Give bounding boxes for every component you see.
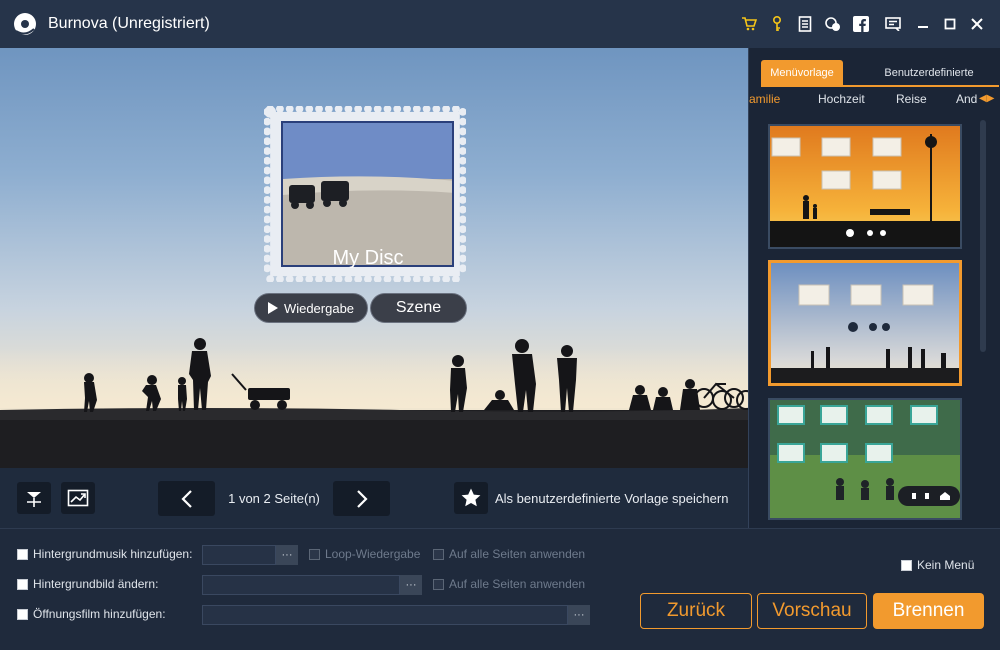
play-icon [267,302,278,314]
page-indicator: 1 von 2 Seite(n) [228,491,320,506]
tab-custom[interactable]: Benutzerdefinierte [859,60,999,86]
bg-music-checkbox[interactable] [17,549,28,560]
menu-preview: My Disc Wiedergabe Szene [0,48,748,468]
back-button[interactable]: Zurück [640,593,752,629]
picture-edit-icon [67,489,89,507]
template-thumbnail-sunset[interactable] [768,124,962,249]
burnova-logo-icon [14,13,36,35]
no-menu-checkbox[interactable] [901,560,912,571]
category-scroll-arrows-icon[interactable]: ◀▶ [979,93,994,104]
tab-underline [761,85,999,87]
bg-image-browse-button[interactable]: ··· [400,575,422,595]
template-thumbnail-park[interactable] [768,398,962,520]
bg-music-label: Hintergrundmusik hinzufügen: [33,547,193,561]
apply-all-image-checkbox[interactable] [433,579,444,590]
opening-film-label: Öffnungsfilm hinzufügen: [33,607,166,621]
play-button[interactable]: Wiedergabe [254,293,368,323]
play-button-label: Wiedergabe [283,300,355,316]
window-title: Burnova (Unregistriert) [48,15,210,32]
scene-button[interactable]: Szene [370,293,467,323]
trim-tool-button[interactable] [17,482,51,514]
scene-button-label: Szene [395,299,442,316]
apply-all-image-label: Auf alle Seiten anwenden [449,577,586,591]
apply-all-music-checkbox[interactable] [433,549,444,560]
save-template-label[interactable]: Als benutzerdefinierte Vorlage speichern [495,491,728,506]
preview-button[interactable]: Vorschau [757,593,867,629]
chevron-right-icon [356,489,368,508]
loop-label: Loop-Wiedergabe [325,547,421,561]
no-menu-label: Kein Menü [917,558,975,572]
support-icon[interactable] [824,15,842,33]
bg-image-label: Hintergrundbild ändern: [33,577,159,591]
replace-image-button[interactable] [61,482,95,514]
apply-all-music-label: Auf alle Seiten anwenden [449,547,586,561]
feedback-icon[interactable] [884,15,902,33]
category-wedding[interactable]: Hochzeit [818,92,865,106]
opening-film-browse-button[interactable]: ··· [568,605,590,625]
bg-image-path-input[interactable] [202,575,400,595]
trim-icon [27,492,41,507]
document-icon[interactable] [796,15,814,33]
prev-page-button[interactable] [158,481,215,516]
burn-button[interactable]: Brennen [873,593,984,629]
disc-menu-thumbnail[interactable] [281,121,454,267]
disc-title[interactable]: My Disc [268,247,468,270]
bg-music-browse-button[interactable]: ··· [276,545,298,565]
opening-film-checkbox[interactable] [17,609,28,620]
template-thumbnail-silhouettes[interactable] [768,260,962,386]
minimize-icon[interactable] [914,15,932,33]
tab-menu-template[interactable]: Menüvorlage [761,60,843,86]
loop-checkbox[interactable] [309,549,320,560]
key-icon[interactable] [768,15,786,33]
star-icon [461,488,481,507]
title-bar: Burnova (Unregistriert) [0,0,1000,48]
close-icon[interactable] [968,15,986,33]
opening-film-path-input[interactable] [202,605,568,625]
cart-icon[interactable] [740,15,758,33]
facebook-icon[interactable] [852,15,870,33]
category-travel[interactable]: Reise [896,92,927,106]
next-page-button[interactable] [333,481,390,516]
template-panel: Menüvorlage Benutzerdefinierte amilie Ho… [748,48,1000,528]
chevron-left-icon [180,489,192,508]
category-family[interactable]: amilie [749,92,780,106]
category-other[interactable]: And [956,92,977,106]
maximize-icon[interactable] [941,15,959,33]
template-scrollbar[interactable] [980,120,986,352]
bg-image-checkbox[interactable] [17,579,28,590]
bg-music-path-input[interactable] [202,545,276,565]
save-template-button[interactable] [454,482,488,514]
